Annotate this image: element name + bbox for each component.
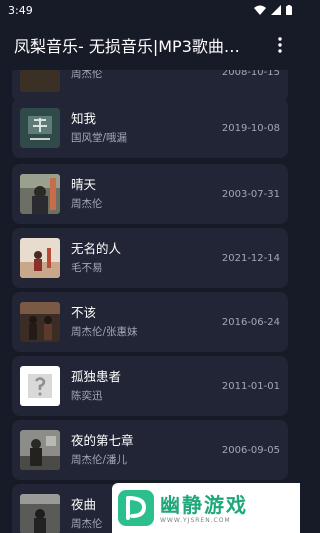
song-artist: 陈奕迅 <box>71 390 103 402</box>
song-date: 2006-09-05 <box>221 444 280 456</box>
song-artist: 周杰伦/张惠妹 <box>71 326 138 338</box>
song-date: 2003-07-31 <box>221 188 280 200</box>
wifi-icon <box>254 5 266 15</box>
status-icons <box>254 5 292 15</box>
battery-icon <box>286 5 292 15</box>
album-cover <box>20 430 60 470</box>
song-artist: 周杰伦 <box>71 70 103 80</box>
song-card[interactable]: 知我 国风堂/哦漏 2019-10-08 <box>12 98 288 158</box>
song-title: 不该 <box>71 305 97 320</box>
album-cover <box>20 70 60 92</box>
song-date: 2016-06-24 <box>221 316 280 328</box>
song-title: 夜的第七章 <box>71 433 134 448</box>
watermark-url: WWW.YJSREN.COM <box>160 516 231 524</box>
more-vert-icon <box>278 37 282 53</box>
song-title: 知我 <box>71 111 97 126</box>
signal-icon <box>271 5 281 15</box>
album-cover <box>20 238 60 278</box>
song-date: 2021-12-14 <box>221 252 280 264</box>
song-title: 晴天 <box>71 177 97 192</box>
more-options-button[interactable] <box>270 33 290 57</box>
song-title: 无名的人 <box>71 241 122 256</box>
song-title: 孤独患者 <box>71 369 122 384</box>
watermark-name: 幽静游戏 <box>160 492 248 517</box>
song-artist: 国风堂/哦漏 <box>71 132 128 144</box>
album-cover <box>20 366 60 406</box>
album-cover <box>20 108 60 148</box>
app-bar: 凤梨音乐- 无损音乐|MP3歌曲… <box>0 20 300 70</box>
song-card[interactable]: 不该 周杰伦/张惠妹 2016-06-24 <box>12 292 288 352</box>
song-artist: 周杰伦/潘儿 <box>71 454 128 466</box>
song-card[interactable]: 晴天 周杰伦 2003-07-31 <box>12 164 288 224</box>
song-date: 2011-01-01 <box>221 380 280 392</box>
song-artist: 毛不易 <box>71 262 103 274</box>
album-cover <box>20 174 60 214</box>
song-date: 2008-10-15 <box>221 70 280 78</box>
song-artist: 周杰伦 <box>71 198 103 210</box>
album-cover <box>20 302 60 342</box>
song-card[interactable]: 夜的第七章 周杰伦/潘儿 2006-09-05 <box>12 420 288 480</box>
song-card[interactable]: 无名的人 毛不易 2021-12-14 <box>12 228 288 288</box>
song-card[interactable]: 孤独患者 陈奕迅 2011-01-01 <box>12 356 288 416</box>
song-list: 周杰伦 2008-10-15 知我 国风堂/哦漏 2019-10-08 晴天 周… <box>0 70 300 533</box>
status-bar: 3:49 <box>0 0 300 20</box>
song-date: 2019-10-08 <box>221 122 280 134</box>
app-title: 凤梨音乐- 无损音乐|MP3歌曲… <box>14 37 240 56</box>
status-time: 3:49 <box>8 3 33 17</box>
watermark-logo-icon <box>118 490 154 526</box>
watermark-logo: 幽静游戏 WWW.YJSREN.COM <box>112 483 300 533</box>
album-cover <box>20 494 60 533</box>
